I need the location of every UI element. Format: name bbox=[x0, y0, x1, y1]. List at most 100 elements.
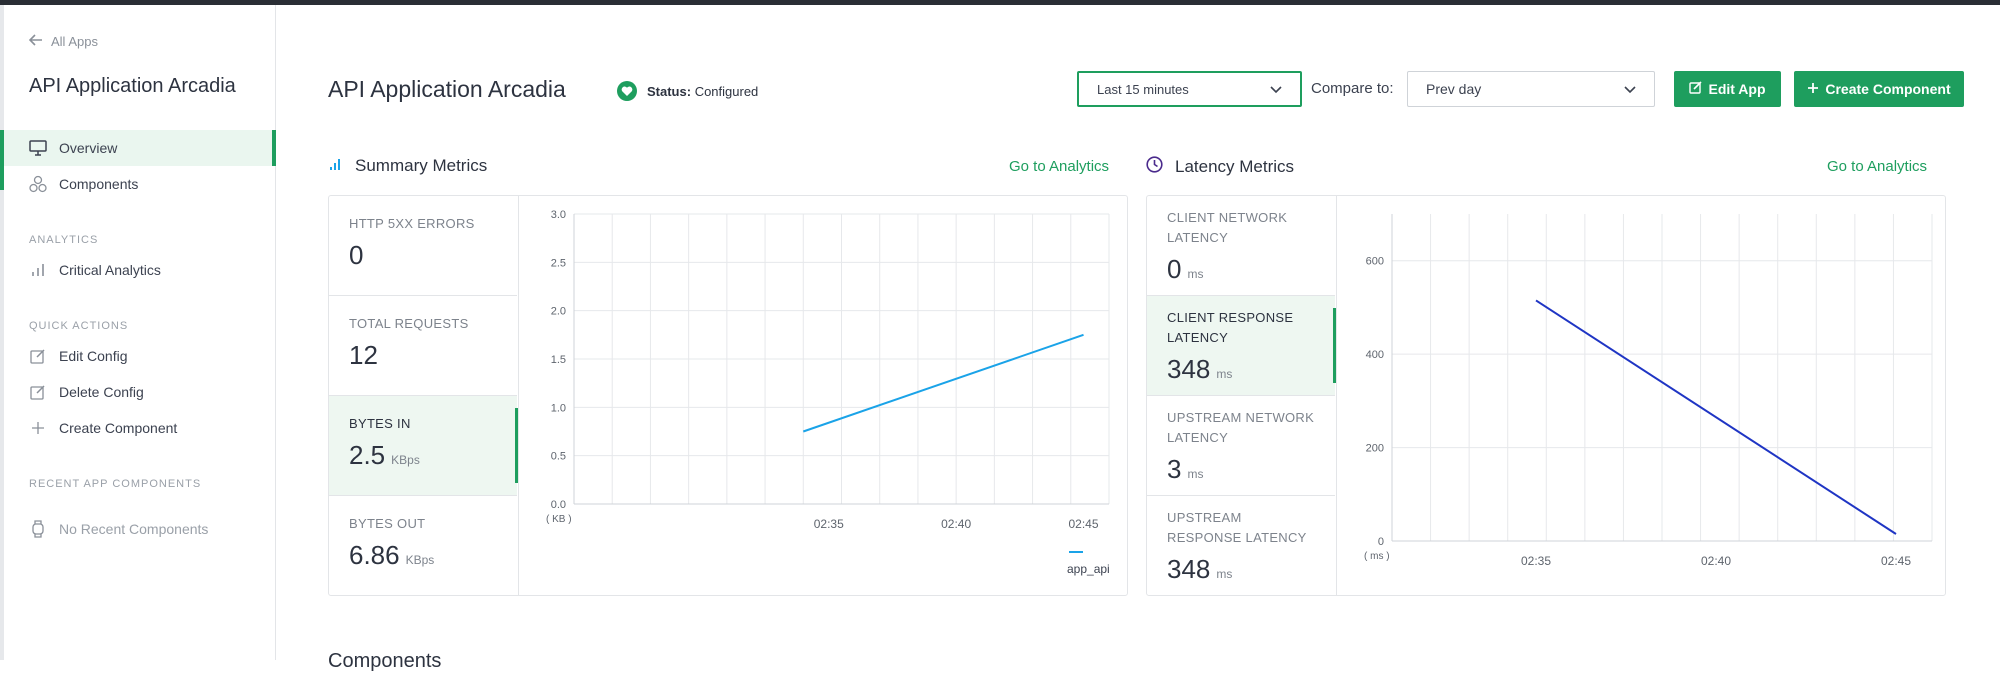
analytics-section-label: ANALYTICS bbox=[29, 234, 99, 246]
sidebar-item-label: Components bbox=[59, 176, 139, 192]
metric-value: 2.5 KBps bbox=[349, 440, 420, 470]
y-tick-label: 3.0 bbox=[551, 209, 566, 221]
plus-icon bbox=[1807, 81, 1819, 97]
clock-icon bbox=[1146, 156, 1163, 178]
y-unit-label: ( KB ) bbox=[546, 514, 572, 525]
y-tick-label: 600 bbox=[1366, 256, 1384, 268]
sidebar-item-components[interactable]: Components bbox=[4, 166, 276, 202]
sidebar-app-title: API Application Arcadia bbox=[29, 75, 236, 97]
sidebar-item-critical-analytics[interactable]: Critical Analytics bbox=[4, 252, 276, 288]
create-component-button[interactable]: Create Component bbox=[1794, 71, 1964, 107]
chevron-down-icon bbox=[1624, 81, 1636, 97]
compare-label: Compare to: bbox=[1311, 80, 1394, 97]
top-bar bbox=[0, 0, 2000, 5]
metric-value: 348 ms bbox=[1167, 354, 1233, 384]
metric-label: HTTP 5XX ERRORS bbox=[349, 216, 475, 231]
y-tick-label: 1.5 bbox=[551, 354, 566, 366]
no-recent-label: No Recent Components bbox=[59, 521, 209, 537]
time-range-select[interactable]: Last 15 minutes bbox=[1077, 71, 1302, 107]
bar-chart-icon bbox=[29, 261, 47, 279]
bytes-in-chart: 0.0 0.5 1.0 1.5 2.0 2.5 3.0 ( KB ) 02:35 02:40 02:… bbox=[546, 209, 1110, 576]
sidebar-item-label: Critical Analytics bbox=[59, 262, 161, 278]
y-unit-label: ( ms ) bbox=[1364, 551, 1390, 562]
summary-go-to-analytics-link[interactable]: Go to Analytics bbox=[1009, 158, 1109, 175]
plus-icon bbox=[29, 419, 47, 437]
x-tick-label: 02:40 bbox=[941, 517, 971, 531]
metric-value: 348 ms bbox=[1167, 554, 1233, 584]
sidebar-item-label: Edit Config bbox=[59, 348, 128, 364]
sidebar-item-create-component[interactable]: Create Component bbox=[4, 410, 276, 446]
metric-label: BYTES IN bbox=[349, 416, 411, 431]
components-section-heading: Components bbox=[328, 650, 442, 672]
components-icon bbox=[29, 175, 47, 193]
x-tick-label: 02:45 bbox=[1881, 554, 1911, 568]
latency-metrics-title: Latency Metrics bbox=[1146, 156, 1294, 178]
sidebar-item-label: Delete Config bbox=[59, 384, 144, 400]
summary-metrics-title: Summary Metrics bbox=[329, 156, 487, 176]
series-line bbox=[802, 333, 1084, 433]
sidebar-item-overview[interactable]: Overview bbox=[0, 130, 276, 190]
edit-icon bbox=[29, 383, 47, 401]
status-value: Configured bbox=[694, 83, 759, 99]
sidebar-item-label: Overview bbox=[59, 140, 118, 156]
latency-go-to-analytics-link[interactable]: Go to Analytics bbox=[1827, 158, 1927, 175]
recent-components-section-label: RECENT APP COMPONENTS bbox=[29, 478, 202, 490]
edit-icon bbox=[1689, 81, 1703, 97]
y-tick-label: 1.0 bbox=[551, 402, 566, 414]
back-to-all-apps-link[interactable]: All Apps bbox=[28, 34, 98, 49]
sidebar-item-delete-config[interactable]: Delete Config bbox=[4, 374, 276, 410]
status-label: Status: bbox=[647, 83, 692, 99]
metric-bytes-in[interactable]: BYTES IN 2.5 KBps bbox=[329, 396, 519, 496]
watch-icon bbox=[29, 520, 47, 538]
y-tick-label: 0.5 bbox=[551, 451, 566, 463]
metric-value: 6.86 KBps bbox=[349, 540, 435, 570]
client-response-latency-chart: 0 200 400 600 ( ms ) 02:35 02:40 02:45 bbox=[1364, 214, 1933, 568]
sidebar: All Apps API Application Arcadia Overvie… bbox=[0, 5, 276, 660]
x-tick-label: 02:35 bbox=[814, 517, 844, 531]
y-tick-label: 200 bbox=[1366, 443, 1384, 455]
summary-title-text: Summary Metrics bbox=[355, 156, 488, 175]
metric-label: TOTAL REQUESTS bbox=[349, 316, 469, 331]
metric-upstream-network-latency[interactable]: UPSTREAM NETWORK LATENCY 3 ms bbox=[1147, 396, 1335, 496]
x-tick-label: 02:45 bbox=[1069, 517, 1099, 531]
heart-icon bbox=[617, 81, 637, 101]
arrow-left-icon bbox=[28, 34, 43, 49]
sidebar-item-edit-config[interactable]: Edit Config bbox=[4, 338, 276, 374]
legend-label: app_api bbox=[1067, 562, 1110, 576]
metric-label: CLIENT RESPONSE LATENCY bbox=[1167, 310, 1294, 345]
compare-select[interactable]: Prev day bbox=[1407, 71, 1655, 107]
quick-actions-section-label: QUICK ACTIONS bbox=[29, 320, 129, 332]
page-title: API Application Arcadia bbox=[328, 76, 566, 102]
monitor-icon bbox=[29, 139, 47, 157]
back-label: All Apps bbox=[51, 34, 98, 49]
y-tick-label: 0.0 bbox=[551, 499, 566, 511]
metric-label: CLIENT NETWORK LATENCY bbox=[1167, 210, 1288, 245]
metric-value: 0 bbox=[349, 240, 364, 270]
edit-app-button[interactable]: Edit App bbox=[1674, 71, 1781, 107]
sidebar-item-label: Create Component bbox=[59, 420, 178, 436]
x-tick-label: 02:35 bbox=[1521, 554, 1551, 568]
metric-upstream-response-latency[interactable]: UPSTREAM RESPONSE LATENCY 348 ms bbox=[1147, 496, 1335, 596]
metric-total-requests[interactable]: TOTAL REQUESTS 12 bbox=[329, 296, 517, 396]
create-component-label: Create Component bbox=[1825, 81, 1951, 97]
metric-value: 0 ms bbox=[1167, 254, 1204, 284]
x-tick-label: 02:40 bbox=[1701, 554, 1731, 568]
metric-client-response-latency[interactable]: CLIENT RESPONSE LATENCY 348 ms bbox=[1147, 296, 1337, 396]
metric-value: 3 ms bbox=[1167, 454, 1204, 484]
chevron-down-icon bbox=[1270, 81, 1282, 97]
latency-title-text: Latency Metrics bbox=[1175, 157, 1295, 176]
edit-icon bbox=[29, 347, 47, 365]
y-tick-label: 2.0 bbox=[551, 306, 566, 318]
latency-metrics-panel: CLIENT NETWORK LATENCY 0 ms CLIENT RESPON… bbox=[1146, 195, 1946, 596]
metric-label: BYTES OUT bbox=[349, 516, 426, 531]
no-recent-components: No Recent Components bbox=[4, 511, 276, 547]
metric-value: 12 bbox=[349, 340, 378, 370]
metric-http-5xx-errors[interactable]: HTTP 5XX ERRORS 0 bbox=[329, 196, 517, 296]
metric-client-network-latency[interactable]: CLIENT NETWORK LATENCY 0 ms bbox=[1147, 196, 1335, 296]
metric-bytes-out[interactable]: BYTES OUT 6.86 KBps bbox=[329, 496, 517, 596]
summary-metrics-panel: HTTP 5XX ERRORS 0 TOTAL REQUESTS 12 BYTE… bbox=[328, 195, 1128, 596]
y-tick-label: 400 bbox=[1366, 349, 1384, 361]
time-range-value: Last 15 minutes bbox=[1097, 81, 1189, 97]
edit-app-label: Edit App bbox=[1708, 81, 1766, 97]
compare-value: Prev day bbox=[1426, 81, 1482, 97]
